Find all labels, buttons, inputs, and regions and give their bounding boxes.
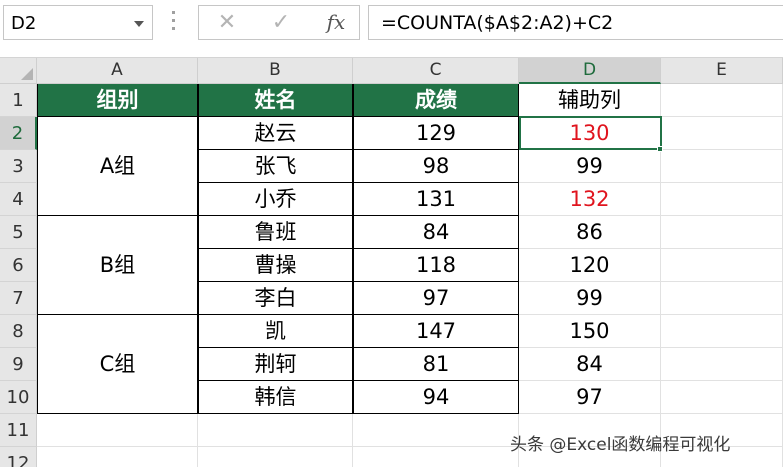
- group-cell[interactable]: B组: [37, 216, 198, 315]
- empty-cell[interactable]: [661, 315, 783, 348]
- header-cell[interactable]: 姓名: [198, 84, 353, 117]
- score-cell[interactable]: 98: [353, 150, 519, 183]
- more-options-icon[interactable]: [172, 11, 176, 33]
- fill-handle[interactable]: [657, 146, 663, 152]
- empty-cell[interactable]: [661, 381, 783, 414]
- row-header-11[interactable]: 11: [0, 414, 37, 447]
- aux-cell[interactable]: 99: [519, 282, 661, 315]
- empty-cell[interactable]: [198, 414, 353, 447]
- row-header-8[interactable]: 8: [0, 315, 37, 348]
- score-cell[interactable]: 147: [353, 315, 519, 348]
- row-header-4[interactable]: 4: [0, 183, 37, 216]
- row-header-9[interactable]: 9: [0, 348, 37, 381]
- name-cell[interactable]: 张飞: [198, 150, 353, 183]
- group-cell[interactable]: A组: [37, 117, 198, 216]
- header-cell[interactable]: 组别: [37, 84, 198, 117]
- empty-cell[interactable]: [661, 282, 783, 315]
- select-all-button[interactable]: [0, 58, 37, 84]
- name-cell[interactable]: 凯: [198, 315, 353, 348]
- aux-cell[interactable]: 130: [519, 117, 661, 150]
- column-header-d[interactable]: D: [519, 58, 661, 84]
- name-box-value: D2: [11, 13, 37, 34]
- row-header-6[interactable]: 6: [0, 249, 37, 282]
- score-cell[interactable]: 81: [353, 348, 519, 381]
- aux-cell[interactable]: 120: [519, 249, 661, 282]
- check-icon[interactable]: ✓: [267, 6, 295, 39]
- row-header-2[interactable]: 2: [0, 117, 37, 150]
- formula-text: =COUNTA($A$2:A2)+C2: [381, 12, 614, 34]
- aux-cell[interactable]: 84: [519, 348, 661, 381]
- name-cell[interactable]: 赵云: [198, 117, 353, 150]
- empty-cell[interactable]: [661, 216, 783, 249]
- row-header-5[interactable]: 5: [0, 216, 37, 249]
- name-cell[interactable]: 韩信: [198, 381, 353, 414]
- empty-cell[interactable]: [198, 447, 353, 467]
- formula-buttons: ✕ ✓ fx: [198, 5, 360, 40]
- score-cell[interactable]: 129: [353, 117, 519, 150]
- score-cell[interactable]: 97: [353, 282, 519, 315]
- row-header-3[interactable]: 3: [0, 150, 37, 183]
- empty-cell[interactable]: [661, 117, 783, 150]
- chevron-down-icon[interactable]: [134, 21, 144, 27]
- row-header-7[interactable]: 7: [0, 282, 37, 315]
- row-header-12[interactable]: 12: [0, 447, 37, 467]
- name-box[interactable]: D2: [3, 5, 153, 40]
- aux-cell[interactable]: 97: [519, 381, 661, 414]
- name-cell[interactable]: 鲁班: [198, 216, 353, 249]
- formula-input[interactable]: =COUNTA($A$2:A2)+C2: [368, 5, 783, 40]
- score-cell[interactable]: 84: [353, 216, 519, 249]
- empty-cell[interactable]: [661, 348, 783, 381]
- empty-cell[interactable]: [37, 447, 198, 467]
- column-header-b[interactable]: B: [198, 58, 353, 84]
- watermark: 头条 @Excel函数编程可视化: [510, 435, 731, 455]
- aux-cell[interactable]: 86: [519, 216, 661, 249]
- aux-cell[interactable]: 132: [519, 183, 661, 216]
- header-cell[interactable]: 辅助列: [519, 84, 661, 117]
- name-cell[interactable]: 小乔: [198, 183, 353, 216]
- formula-bar: D2 ✕ ✓ fx =COUNTA($A$2:A2)+C2: [0, 0, 783, 58]
- score-cell[interactable]: 118: [353, 249, 519, 282]
- aux-cell[interactable]: 150: [519, 315, 661, 348]
- empty-cell[interactable]: [661, 183, 783, 216]
- empty-cell[interactable]: [661, 150, 783, 183]
- column-header-a[interactable]: A: [37, 58, 198, 84]
- empty-cell[interactable]: [37, 414, 198, 447]
- empty-cell[interactable]: [661, 84, 783, 117]
- score-cell[interactable]: 131: [353, 183, 519, 216]
- column-header-e[interactable]: E: [661, 58, 783, 84]
- column-header-c[interactable]: C: [353, 58, 519, 84]
- insert-function-icon[interactable]: fx: [321, 6, 351, 39]
- name-cell[interactable]: 荆轲: [198, 348, 353, 381]
- name-cell[interactable]: 曹操: [198, 249, 353, 282]
- score-cell[interactable]: 94: [353, 381, 519, 414]
- cancel-icon[interactable]: ✕: [213, 6, 241, 39]
- header-cell[interactable]: 成绩: [353, 84, 519, 117]
- select-all-triangle-icon: [21, 68, 33, 80]
- aux-cell[interactable]: 99: [519, 150, 661, 183]
- name-cell[interactable]: 李白: [198, 282, 353, 315]
- group-cell[interactable]: C组: [37, 315, 198, 414]
- empty-cell[interactable]: [353, 447, 519, 467]
- row-header-1[interactable]: 1: [0, 84, 37, 117]
- worksheet-grid[interactable]: ABCDE 1 2 3 4 5 6 7 8 9 10 11 12 组别 姓名 成绩 辅助列 A组 B组 C组 赵云 1…: [0, 58, 783, 467]
- empty-cell[interactable]: [661, 249, 783, 282]
- row-header-10[interactable]: 10: [0, 381, 37, 414]
- empty-cell[interactable]: [353, 414, 519, 447]
